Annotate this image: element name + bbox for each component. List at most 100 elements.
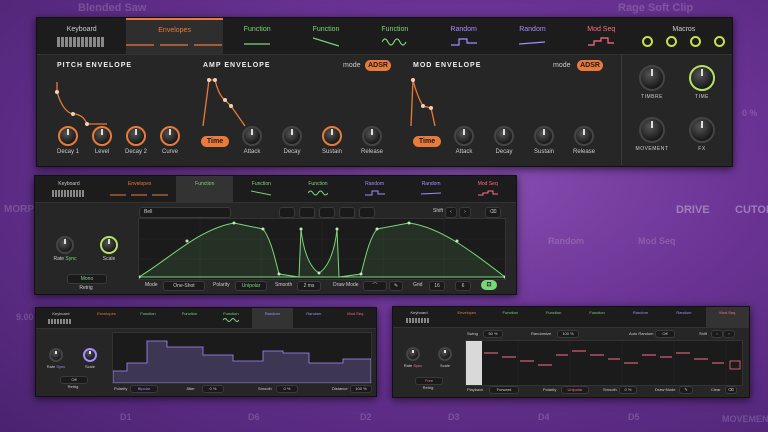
tab-function-3[interactable]: Function xyxy=(360,18,429,54)
grid-y-box[interactable]: 6 xyxy=(455,281,471,291)
tab-random-2[interactable]: Random xyxy=(293,308,334,328)
amp-time-button[interactable]: Time xyxy=(201,136,229,147)
auto-random-dropdown[interactable]: Off xyxy=(655,330,675,338)
tab-random-1[interactable]: Random xyxy=(429,18,498,54)
tab-envelopes[interactable]: Envelopes xyxy=(126,18,223,54)
tab-keyboard[interactable]: Keyboard xyxy=(37,18,126,54)
shape-button-loop[interactable] xyxy=(359,207,375,218)
tab-function-1[interactable]: Function xyxy=(223,18,292,54)
tab-keyboard[interactable]: Keyboard xyxy=(393,307,445,327)
distance-value-box[interactable]: 100 % xyxy=(350,385,372,393)
tab-function-2[interactable]: Function xyxy=(532,307,575,327)
tab-envelopes[interactable]: Envelopes xyxy=(86,308,127,328)
rate-knob[interactable]: Rate Sync xyxy=(49,236,81,262)
tab-function-2[interactable]: Function xyxy=(292,18,361,54)
function-graph[interactable] xyxy=(138,218,506,280)
polarity-dropdown[interactable]: Unipolar xyxy=(235,281,267,291)
mono-dropdown[interactable]: Mono xyxy=(67,274,107,284)
macro-movement-knob[interactable]: MOVEMENT xyxy=(628,117,676,152)
tab-function-3[interactable]: Function xyxy=(210,308,251,328)
scale-knob[interactable]: Scale xyxy=(76,348,104,369)
swing-value-box[interactable]: 50 % xyxy=(483,330,503,338)
randomize-value-box[interactable]: 100 % xyxy=(557,330,579,338)
mod-sustain-knob[interactable]: Sustain xyxy=(527,126,561,155)
smooth-value-box[interactable]: 2 ms xyxy=(297,281,321,291)
pencil-button[interactable]: ✎ xyxy=(679,386,693,394)
pitch-level-knob[interactable]: Level xyxy=(85,126,119,155)
knob-label: Sustain xyxy=(321,149,342,155)
mod-mode-button[interactable]: ADSR xyxy=(577,60,603,71)
mod-decay-knob[interactable]: Decay xyxy=(487,126,521,155)
tab-function-1[interactable]: Function xyxy=(176,176,234,202)
snap-toggle[interactable]: ⊡ xyxy=(481,280,497,290)
tab-random-2[interactable]: Random xyxy=(662,307,705,327)
shape-button-flat[interactable] xyxy=(279,207,295,218)
amp-attack-knob[interactable]: Attack xyxy=(235,126,269,155)
tab-random-2[interactable]: Random xyxy=(403,176,460,202)
mod-envelope-graph[interactable] xyxy=(409,76,459,130)
mod-attack-knob[interactable]: Attack xyxy=(447,126,481,155)
amp-decay-knob[interactable]: Decay xyxy=(275,126,309,155)
rate-knob[interactable]: Rate Sync xyxy=(399,347,427,368)
mod-time-button[interactable]: Time xyxy=(413,136,441,147)
pitch-curve-knob[interactable]: Curve xyxy=(153,126,187,155)
grid-x-box[interactable]: 16 xyxy=(429,281,445,291)
tab-function-1[interactable]: Function xyxy=(127,308,168,328)
tab-mod-seq[interactable]: Mod Seq xyxy=(567,18,636,54)
pitch-envelope-graph[interactable] xyxy=(53,80,113,130)
shape-button-tri[interactable] xyxy=(339,207,355,218)
retrig-dropdown[interactable]: Off xyxy=(60,376,88,384)
playback-dropdown[interactable]: Forward xyxy=(489,386,519,394)
polarity-dropdown[interactable]: Bipolar xyxy=(130,385,158,393)
tab-function-2[interactable]: Function xyxy=(169,308,210,328)
shape-button-ramp[interactable] xyxy=(299,207,315,218)
random-graph[interactable] xyxy=(112,332,372,384)
shape-button-sine[interactable] xyxy=(319,207,335,218)
tab-function-3[interactable]: Function xyxy=(290,176,347,202)
tab-random-2[interactable]: Random xyxy=(498,18,567,54)
pencil-button[interactable]: ✎ xyxy=(389,281,403,291)
tab-function-2[interactable]: Function xyxy=(233,176,290,202)
tab-envelopes[interactable]: Envelopes xyxy=(103,176,177,202)
tab-random-1[interactable]: Random xyxy=(619,307,662,327)
mod-seq-graph[interactable] xyxy=(465,340,743,386)
preset-selector[interactable]: Bell xyxy=(139,207,231,218)
mod-release-knob[interactable]: Release xyxy=(567,126,601,155)
shift-button[interactable]: ‹ xyxy=(711,330,723,338)
tab-random-1[interactable]: Random xyxy=(346,176,403,202)
scale-knob[interactable]: Scale xyxy=(93,236,125,262)
macro-fx-knob[interactable]: FX xyxy=(678,117,726,152)
tab-macros[interactable]: Macros xyxy=(636,18,732,54)
pitch-decay1-knob[interactable]: Decay 1 xyxy=(51,126,85,155)
smooth-value-box[interactable]: 0 % xyxy=(619,386,637,394)
draw-mode-dropdown[interactable]: ⌒ xyxy=(363,281,387,291)
smooth-value-box[interactable]: 0 % xyxy=(276,385,298,393)
tab-mod-seq[interactable]: Mod Seq xyxy=(705,307,750,327)
tab-envelopes[interactable]: Envelopes xyxy=(445,307,488,327)
polarity-dropdown[interactable]: Unipolar xyxy=(561,386,589,394)
retrig-dropdown[interactable]: Free xyxy=(415,377,443,385)
amp-sustain-knob[interactable]: Sustain xyxy=(315,126,349,155)
tab-function-1[interactable]: Function xyxy=(489,307,532,327)
amp-mode-button[interactable]: ADSR xyxy=(365,60,391,71)
clear-button[interactable]: ⌫ xyxy=(725,386,737,394)
tab-function-3[interactable]: Function xyxy=(575,307,618,327)
rate-knob[interactable]: Rate Sync xyxy=(42,348,70,369)
amp-envelope-graph[interactable] xyxy=(201,76,251,130)
pitch-decay2-knob[interactable]: Decay 2 xyxy=(119,126,153,155)
trash-button[interactable]: ⌫ xyxy=(485,207,501,218)
amp-release-knob[interactable]: Release xyxy=(355,126,389,155)
tab-keyboard[interactable]: Keyboard xyxy=(35,176,103,202)
tab-keyboard[interactable]: Keyboard xyxy=(36,308,86,328)
macro-time-knob[interactable]: TIME xyxy=(678,65,726,100)
macro-timbre-knob[interactable]: TIMBRE xyxy=(628,65,676,100)
tab-mod-seq[interactable]: Mod Seq xyxy=(459,176,516,202)
shift-left-button[interactable]: ‹ xyxy=(445,207,457,218)
shift-button-right[interactable]: › xyxy=(723,330,735,338)
tab-mod-seq[interactable]: Mod Seq xyxy=(335,308,376,328)
jitter-value-box[interactable]: 0 % xyxy=(202,385,224,393)
shift-right-button[interactable]: › xyxy=(459,207,471,218)
mode-dropdown[interactable]: One-Shot xyxy=(163,281,205,291)
scale-knob[interactable]: Scale xyxy=(431,347,459,368)
tab-random-1[interactable]: Random xyxy=(251,308,294,328)
